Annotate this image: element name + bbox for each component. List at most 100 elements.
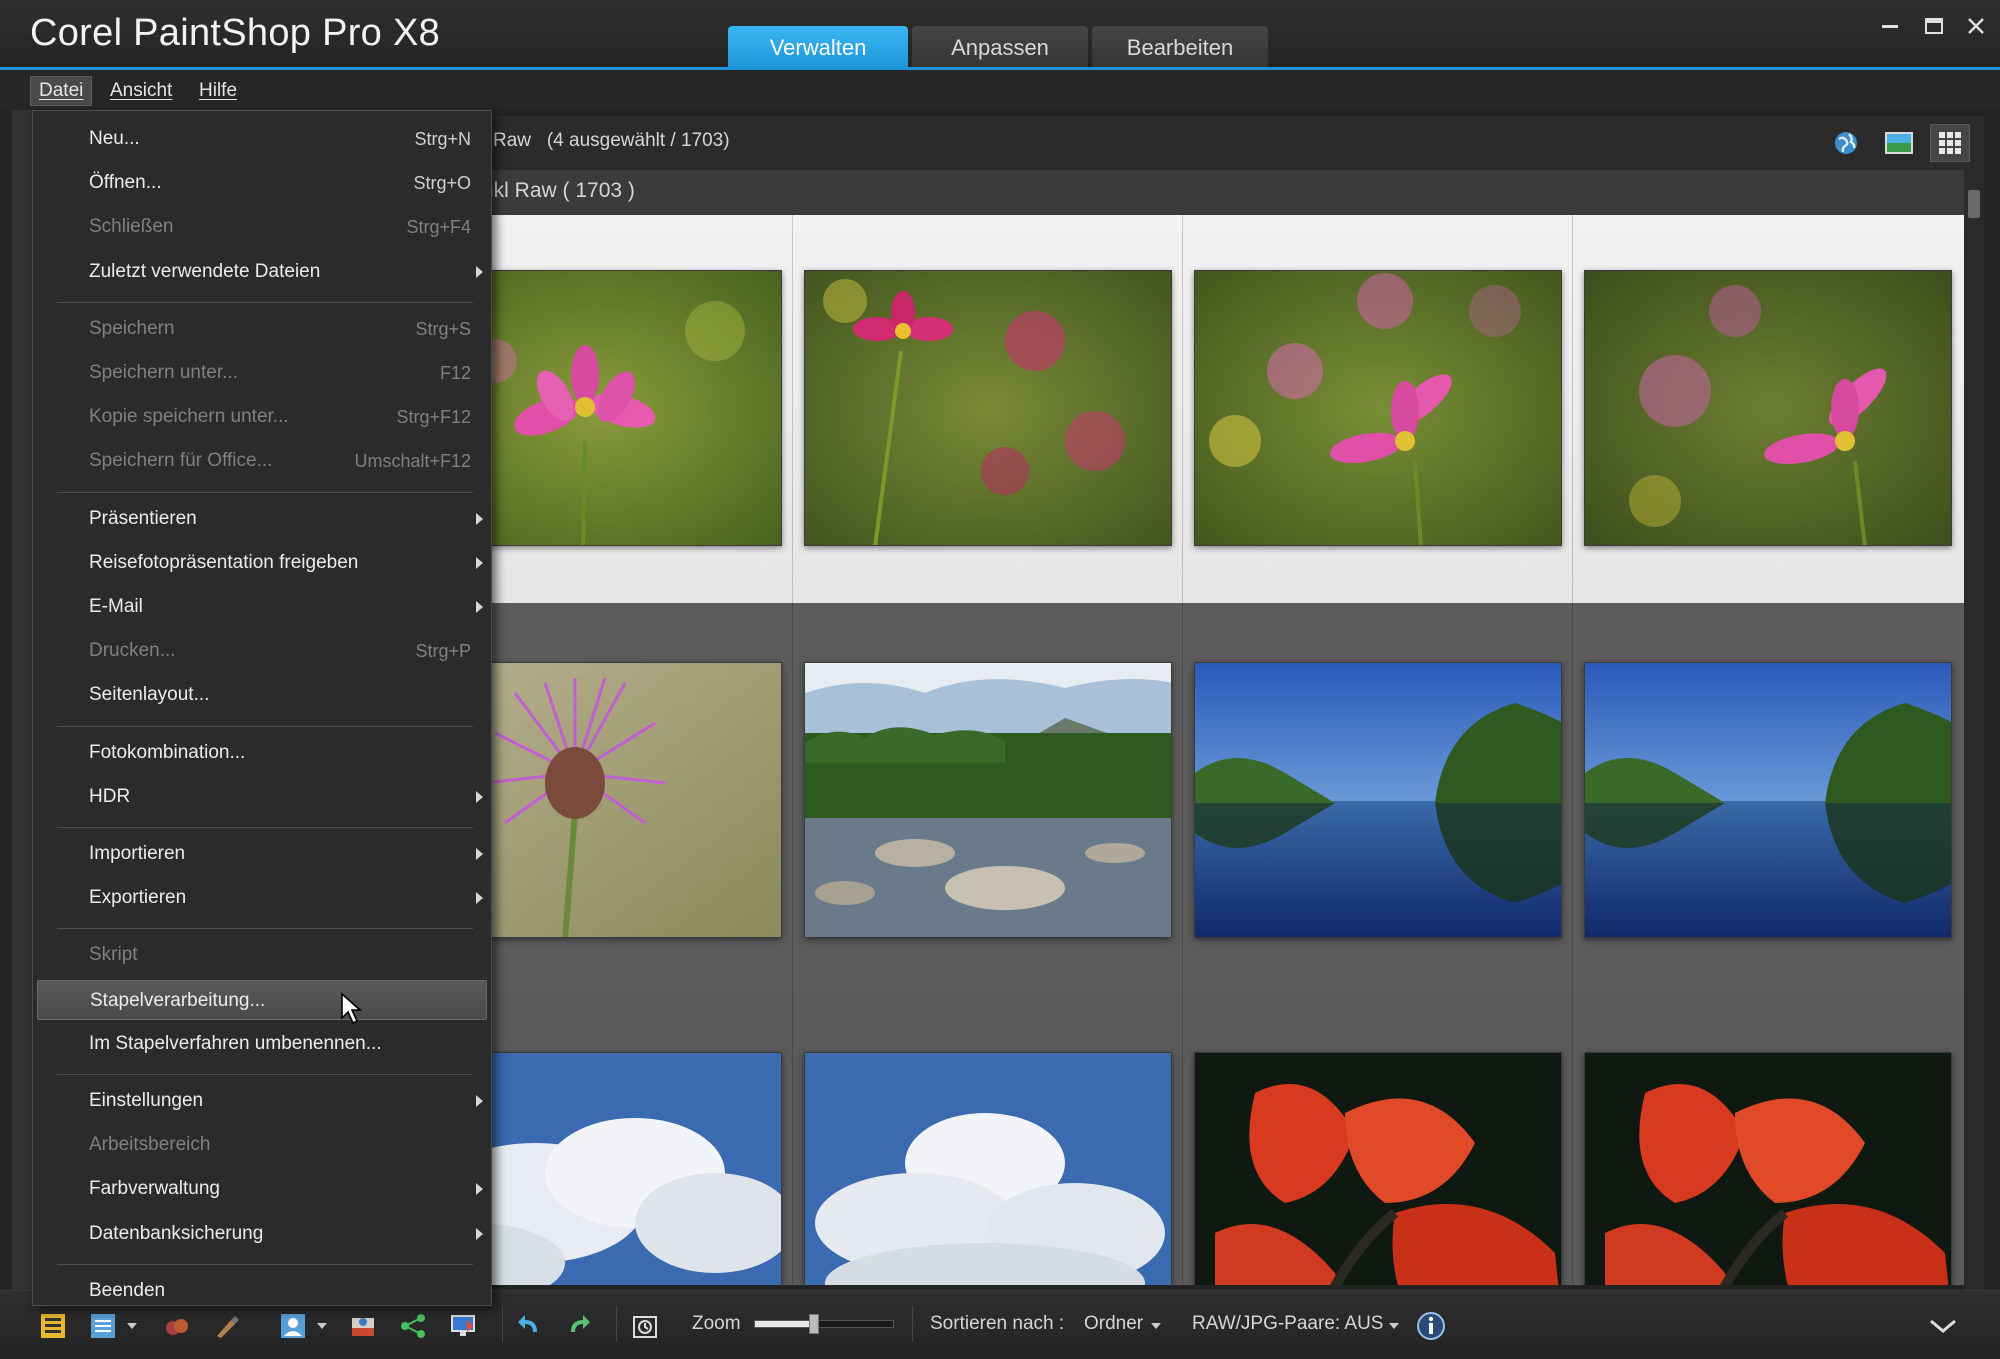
menu-item-e-mail[interactable]: E-Mail [37, 587, 487, 627]
submenu-arrow-icon [476, 556, 483, 569]
dropdown-arrow-icon[interactable] [124, 1309, 140, 1343]
menu-item-farbverwaltung[interactable]: Farbverwaltung [37, 1169, 487, 1209]
globe-icon[interactable] [1826, 124, 1866, 162]
scrollbar-thumb[interactable] [1968, 190, 1980, 218]
rotate-left-icon[interactable] [512, 1309, 546, 1343]
toolbar-separator [912, 1306, 913, 1342]
workspace-tabs: Verwalten Anpassen Bearbeiten [728, 26, 1268, 70]
thumbnail-cosmos-4[interactable] [1584, 270, 1952, 546]
details-list-icon[interactable] [86, 1309, 120, 1343]
menu-item-seitenlayout[interactable]: Seitenlayout... [37, 675, 487, 715]
menu-datei[interactable]: Datei [30, 76, 93, 106]
raw-jpg-pairs-dropdown[interactable]: RAW/JPG-Paare: AUS [1192, 1313, 1383, 1335]
menu-item-im-stapelverfahren-umbenennen[interactable]: Im Stapelverfahren umbenennen... [37, 1024, 487, 1064]
menu-separator [57, 1263, 473, 1265]
menu-item-label: Beenden [89, 1279, 166, 1301]
close-icon[interactable] [1956, 8, 1996, 44]
submenu-arrow-icon [476, 892, 483, 905]
sort-dropdown-arrow-icon[interactable] [1148, 1309, 1164, 1343]
raw-pairs-dropdown-arrow-icon[interactable] [1386, 1309, 1402, 1343]
menu-separator [57, 827, 473, 828]
organizer-icon[interactable] [36, 1309, 70, 1343]
info-icon[interactable] [1414, 1309, 1448, 1343]
thumbnail-grid-icon[interactable] [1930, 124, 1970, 162]
tab-verwalten[interactable]: Verwalten [728, 26, 908, 70]
menu-item-shortcut: Strg+N [414, 129, 471, 149]
toolbar-separator [502, 1306, 503, 1342]
menu-separator [57, 301, 473, 303]
zoom-slider-fill [755, 1321, 814, 1327]
monitor-slideshow-icon[interactable] [446, 1309, 480, 1343]
map-location-icon[interactable] [346, 1309, 380, 1343]
thumbnail-river[interactable] [804, 662, 1172, 938]
red-eye-icon[interactable] [160, 1309, 194, 1343]
thumbnail-lake-2[interactable] [1584, 662, 1952, 938]
menu-item-datenbanksicherung[interactable]: Datenbanksicherung [37, 1214, 487, 1254]
rotate-right-icon[interactable] [562, 1309, 596, 1343]
menu-item-label: Speichern für Office... [89, 450, 273, 472]
menu-item-exportieren[interactable]: Exportieren [37, 878, 487, 918]
menu-item-zuletzt-verwendete-dateien[interactable]: Zuletzt verwendete Dateien [37, 252, 487, 292]
folder-title: nkl Raw ( 1703 ) [482, 179, 635, 202]
menu-item-präsentieren[interactable]: Präsentieren [37, 499, 487, 539]
menu-item-beenden[interactable]: Beenden [37, 1271, 487, 1311]
thumbnail-cosmos-3[interactable] [1194, 270, 1562, 546]
menu-item-label: Neu... [89, 128, 140, 149]
thumbnail-geranium-2[interactable] [1584, 1052, 1952, 1285]
submenu-arrow-icon [476, 1227, 483, 1240]
menu-item-fotokombination[interactable]: Fotokombination... [37, 733, 487, 773]
thumbnail-clouds-2[interactable] [804, 1052, 1172, 1285]
sort-label: Sortieren nach : [930, 1313, 1065, 1334]
menu-item-label: Speichern [89, 317, 175, 339]
menu-bar: Datei Ansicht Hilfe [0, 70, 2000, 110]
title-bar: Corel PaintShop Pro X8 Verwalten Anpasse… [0, 0, 2000, 70]
time-machine-icon[interactable] [628, 1309, 662, 1343]
menu-item-label: Schließen [89, 216, 174, 238]
menu-item-schließen: Schließen Strg+F4 [37, 207, 487, 247]
menu-item-label: E-Mail [89, 596, 143, 617]
menu-item-label: Einstellungen [89, 1090, 204, 1111]
tab-bearbeiten[interactable]: Bearbeiten [1092, 26, 1268, 70]
people-tag-icon[interactable] [276, 1309, 310, 1343]
submenu-arrow-icon [476, 601, 483, 613]
menu-item-label: Farbverwaltung [89, 1178, 220, 1200]
menu-item-importieren[interactable]: Importieren [37, 834, 487, 874]
menu-item-label: Drucken... [89, 640, 176, 662]
dropdown-arrow-icon[interactable] [314, 1309, 330, 1343]
menu-item-speichern-unter: Speichern unter... F12 [37, 353, 487, 393]
menu-item-öffnen[interactable]: Öffnen... Strg+O [37, 163, 487, 203]
menu-item-label: Reisefotopräsentation freigeben [89, 551, 359, 573]
menu-item-einstellungen[interactable]: Einstellungen [37, 1081, 487, 1121]
retouch-brush-icon[interactable] [210, 1309, 244, 1343]
menu-item-reisefotopräsentation-freigeben[interactable]: Reisefotopräsentation freigeben [37, 543, 487, 583]
menu-item-shortcut: Strg+O [413, 173, 471, 194]
landscape-view-icon[interactable] [1879, 124, 1919, 162]
sort-dropdown[interactable]: Ordner [1084, 1313, 1143, 1335]
zoom-slider-handle[interactable] [808, 1314, 819, 1334]
submenu-arrow-icon [476, 848, 483, 860]
menu-item-label: Importieren [89, 843, 186, 864]
navigation-panel-edge[interactable] [12, 110, 34, 1290]
menu-item-label: Arbeitsbereich [89, 1134, 211, 1156]
menu-item-label: Datenbanksicherung [89, 1222, 264, 1244]
thumbnail-geranium-1[interactable] [1194, 1052, 1562, 1285]
thumbnail-lake-1[interactable] [1194, 662, 1562, 938]
grid-divider [1572, 215, 1573, 1285]
thumbnail-cosmos-2[interactable] [804, 270, 1172, 546]
menu-item-speichern: Speichern Strg+S [37, 309, 487, 349]
menu-item-hdr[interactable]: HDR [37, 777, 487, 817]
zoom-slider[interactable] [754, 1314, 894, 1334]
share-icon[interactable] [396, 1309, 430, 1343]
chevron-down-icon[interactable] [1926, 1309, 1960, 1343]
menu-hilfe[interactable]: Hilfe [191, 76, 245, 106]
menu-item-neu[interactable]: Neu... Strg+N [37, 119, 487, 159]
maximize-icon[interactable] [1914, 8, 1954, 44]
menu-item-label: Stapelverarbeitung... [90, 989, 266, 1011]
minimize-icon[interactable] [1870, 8, 1910, 44]
grid-divider [792, 215, 793, 1285]
menu-ansicht[interactable]: Ansicht [102, 76, 180, 106]
tab-anpassen[interactable]: Anpassen [912, 26, 1088, 70]
menu-item-speichern-für-office: Speichern für Office... Umschalt+F12 [37, 441, 487, 481]
menu-item-stapelverarbeitung[interactable]: Stapelverarbeitung... [37, 979, 487, 1020]
vertical-scrollbar[interactable] [1964, 170, 1984, 1290]
